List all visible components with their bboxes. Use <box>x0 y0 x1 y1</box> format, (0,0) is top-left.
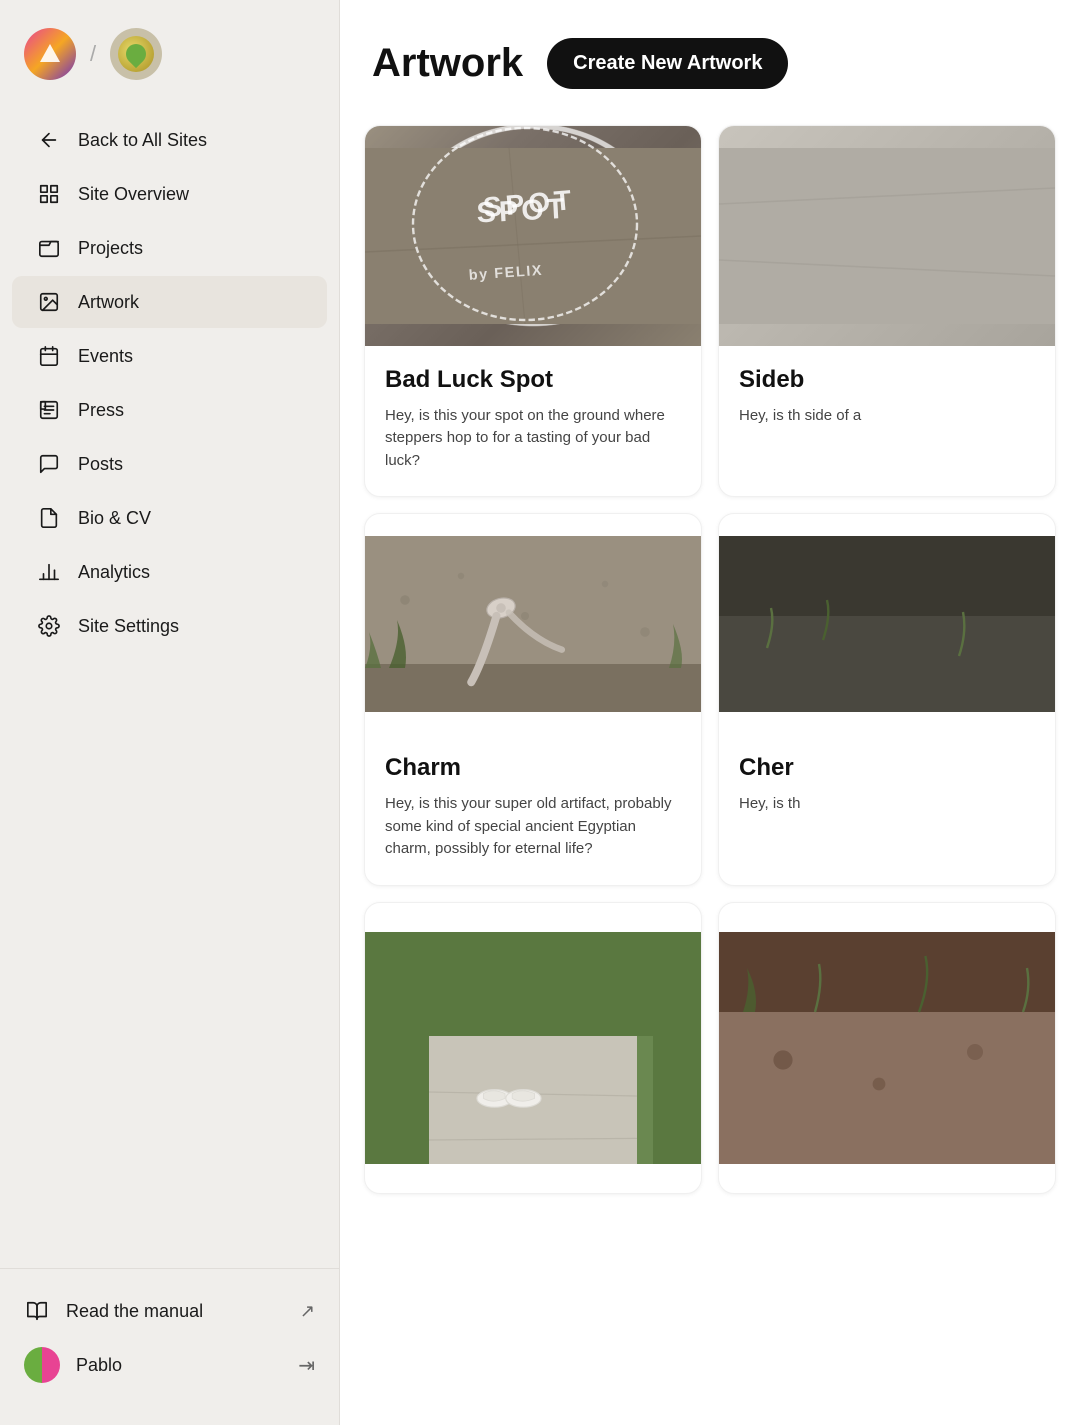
sidebar-item-site-settings[interactable]: Site Settings <box>12 600 327 652</box>
user-row[interactable]: Pablo ⇥ <box>12 1337 327 1393</box>
main-content: Artwork Create New Artwork SPOT <box>340 0 1080 1425</box>
image-icon <box>36 289 62 315</box>
card-body-charm: Charm Hey, is this your super old artifa… <box>365 734 701 884</box>
page-title: Artwork <box>372 41 523 86</box>
grid-icon <box>36 181 62 207</box>
sidebar-item-events[interactable]: Events <box>12 330 327 382</box>
artwork-card-charm[interactable]: Charm Hey, is this your super old artifa… <box>364 513 702 885</box>
back-arrow-icon <box>36 127 62 153</box>
calendar-icon <box>36 343 62 369</box>
sidebar-header: / <box>0 0 339 104</box>
artwork-card-bad-luck-spot[interactable]: SPOT by FELIX Bad Luck Spot Hey, is this… <box>364 125 702 497</box>
card-desc-sideb: Hey, is th side of a <box>739 405 1035 428</box>
avatar <box>24 1347 60 1383</box>
main-header: Artwork Create New Artwork <box>340 0 1080 117</box>
artwork-grid: SPOT by FELIX Bad Luck Spot Hey, is this… <box>340 117 1080 1202</box>
logout-icon[interactable]: ⇥ <box>298 1353 315 1378</box>
sidebar-label-site-settings: Site Settings <box>78 616 179 637</box>
card-title-sideb: Sideb <box>739 366 1035 395</box>
sidebar-label-projects: Projects <box>78 238 143 259</box>
bar-chart-icon <box>36 559 62 585</box>
back-label: Back to All Sites <box>78 130 207 151</box>
sidebar-item-artwork[interactable]: Artwork <box>12 276 327 328</box>
artwork-card-dirt[interactable] <box>718 902 1056 1194</box>
sidebar-item-bio-cv[interactable]: Bio & CV <box>12 492 327 544</box>
sidebar-item-analytics[interactable]: Analytics <box>12 546 327 598</box>
card-body-bad-luck-spot: Bad Luck Spot Hey, is this your spot on … <box>365 346 701 496</box>
back-to-all-sites[interactable]: Back to All Sites <box>12 114 327 166</box>
sidebar: / Back to All Sites Site Overview <box>0 0 340 1425</box>
settings-icon <box>36 613 62 639</box>
svg-text:SPOT: SPOT <box>476 193 569 230</box>
artwork-card-sideb[interactable]: Sideb Hey, is th side of a <box>718 125 1056 497</box>
read-manual-item[interactable]: Read the manual ↗ <box>12 1285 327 1337</box>
sidebar-label-artwork: Artwork <box>78 292 139 313</box>
sidebar-item-projects[interactable]: Projects <box>12 222 327 274</box>
sidebar-label-press: Press <box>78 400 124 421</box>
card-title-charm: Charm <box>385 754 681 783</box>
card-desc-charm: Hey, is this your super old artifact, pr… <box>385 793 681 861</box>
book-icon <box>24 1298 50 1324</box>
breadcrumb-slash: / <box>90 41 96 67</box>
sidebar-label-analytics: Analytics <box>78 562 150 583</box>
newspaper-icon <box>36 397 62 423</box>
sidebar-label-events: Events <box>78 346 133 367</box>
sidebar-label-site-overview: Site Overview <box>78 184 189 205</box>
card-title-bad-luck-spot: Bad Luck Spot <box>385 366 681 395</box>
sidebar-label-posts: Posts <box>78 454 123 475</box>
sidebar-item-press[interactable]: Press <box>12 384 327 436</box>
sidebar-nav: Back to All Sites Site Overview Projects… <box>0 104 339 1268</box>
sidebar-item-posts[interactable]: Posts <box>12 438 327 490</box>
card-body-cher: Cher Hey, is th <box>719 734 1055 839</box>
sidebar-footer: Read the manual ↗ Pablo ⇥ <box>0 1268 339 1401</box>
create-artwork-button[interactable]: Create New Artwork <box>547 38 788 89</box>
file-icon <box>36 505 62 531</box>
message-icon <box>36 451 62 477</box>
card-body-sideb: Sideb Hey, is th side of a <box>719 346 1055 451</box>
app-logo[interactable] <box>24 28 76 80</box>
user-name: Pablo <box>76 1355 122 1376</box>
card-title-cher: Cher <box>739 754 1035 783</box>
folder-icon <box>36 235 62 261</box>
artwork-card-slippers[interactable] <box>364 902 702 1194</box>
artwork-card-cher[interactable]: Cher Hey, is th <box>718 513 1056 885</box>
sidebar-label-bio-cv: Bio & CV <box>78 508 151 529</box>
card-desc-cher: Hey, is th <box>739 793 1035 816</box>
external-link-icon: ↗ <box>300 1301 315 1322</box>
site-avatar[interactable] <box>110 28 162 80</box>
card-desc-bad-luck-spot: Hey, is this your spot on the ground whe… <box>385 405 681 473</box>
sidebar-item-site-overview[interactable]: Site Overview <box>12 168 327 220</box>
read-manual-label: Read the manual <box>66 1301 203 1322</box>
